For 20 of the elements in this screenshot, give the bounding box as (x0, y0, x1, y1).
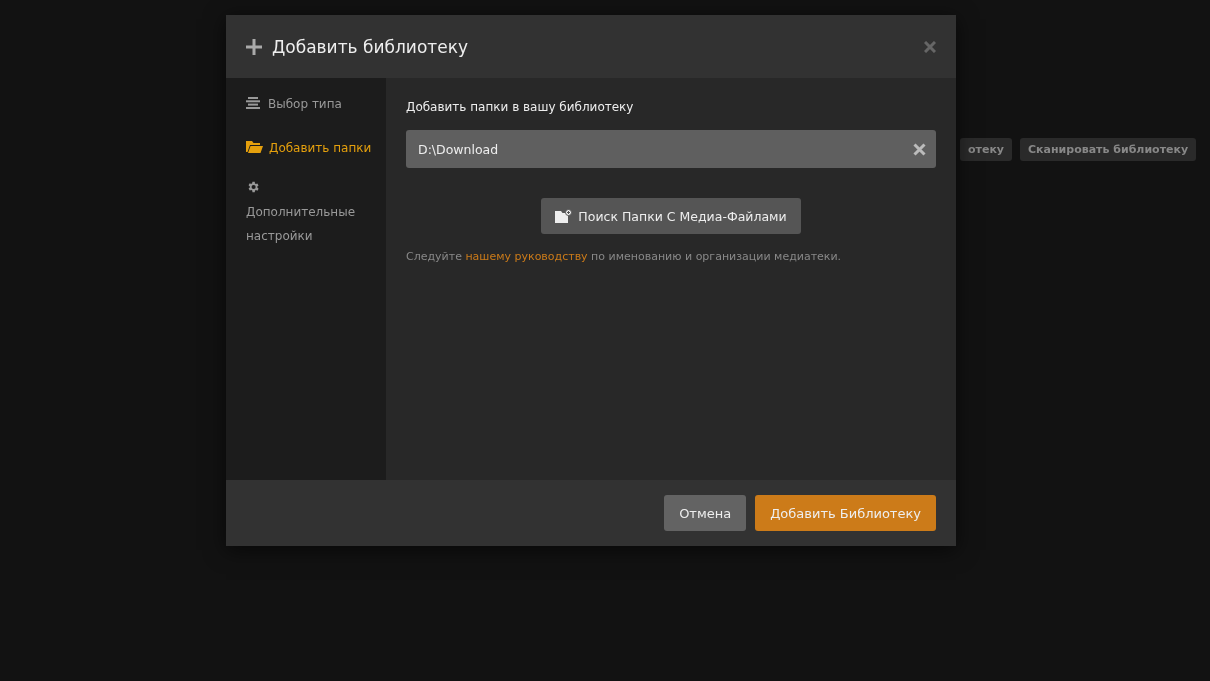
folder-path-field[interactable]: D:\Download (406, 130, 936, 168)
toolbar-button[interactable]: Сканировать библиотеку (1020, 138, 1197, 161)
browse-folder-button[interactable]: Поиск Папки С Медиа-Файлами (541, 198, 801, 234)
clear-icon[interactable] (913, 142, 926, 156)
add-library-button[interactable]: Добавить Библиотеку (755, 495, 936, 531)
sidebar-item[interactable]: Добавить папки (246, 136, 378, 160)
folder-plus-icon (555, 209, 573, 223)
toolbar-button[interactable]: отеку (960, 138, 1013, 161)
guide-link[interactable]: нашему руководству (465, 250, 588, 263)
plus-icon (246, 38, 262, 55)
cancel-button[interactable]: Отмена (664, 495, 747, 531)
sidebar-item[interactable]: Дополнительные настройки (246, 200, 378, 248)
dialog-title: Добавить библиотеку (272, 36, 469, 57)
folder-icon (246, 140, 263, 153)
section-heading: Добавить папки в вашу библиотеку (406, 100, 635, 114)
gear-icon (246, 180, 260, 194)
list-icon (246, 97, 260, 109)
sidebar-item[interactable]: Выбор типа (246, 92, 378, 116)
hint-text: Следуйте нашему руководству по именованию и организации медиатеки. (406, 250, 843, 263)
close-icon[interactable] (924, 40, 936, 53)
